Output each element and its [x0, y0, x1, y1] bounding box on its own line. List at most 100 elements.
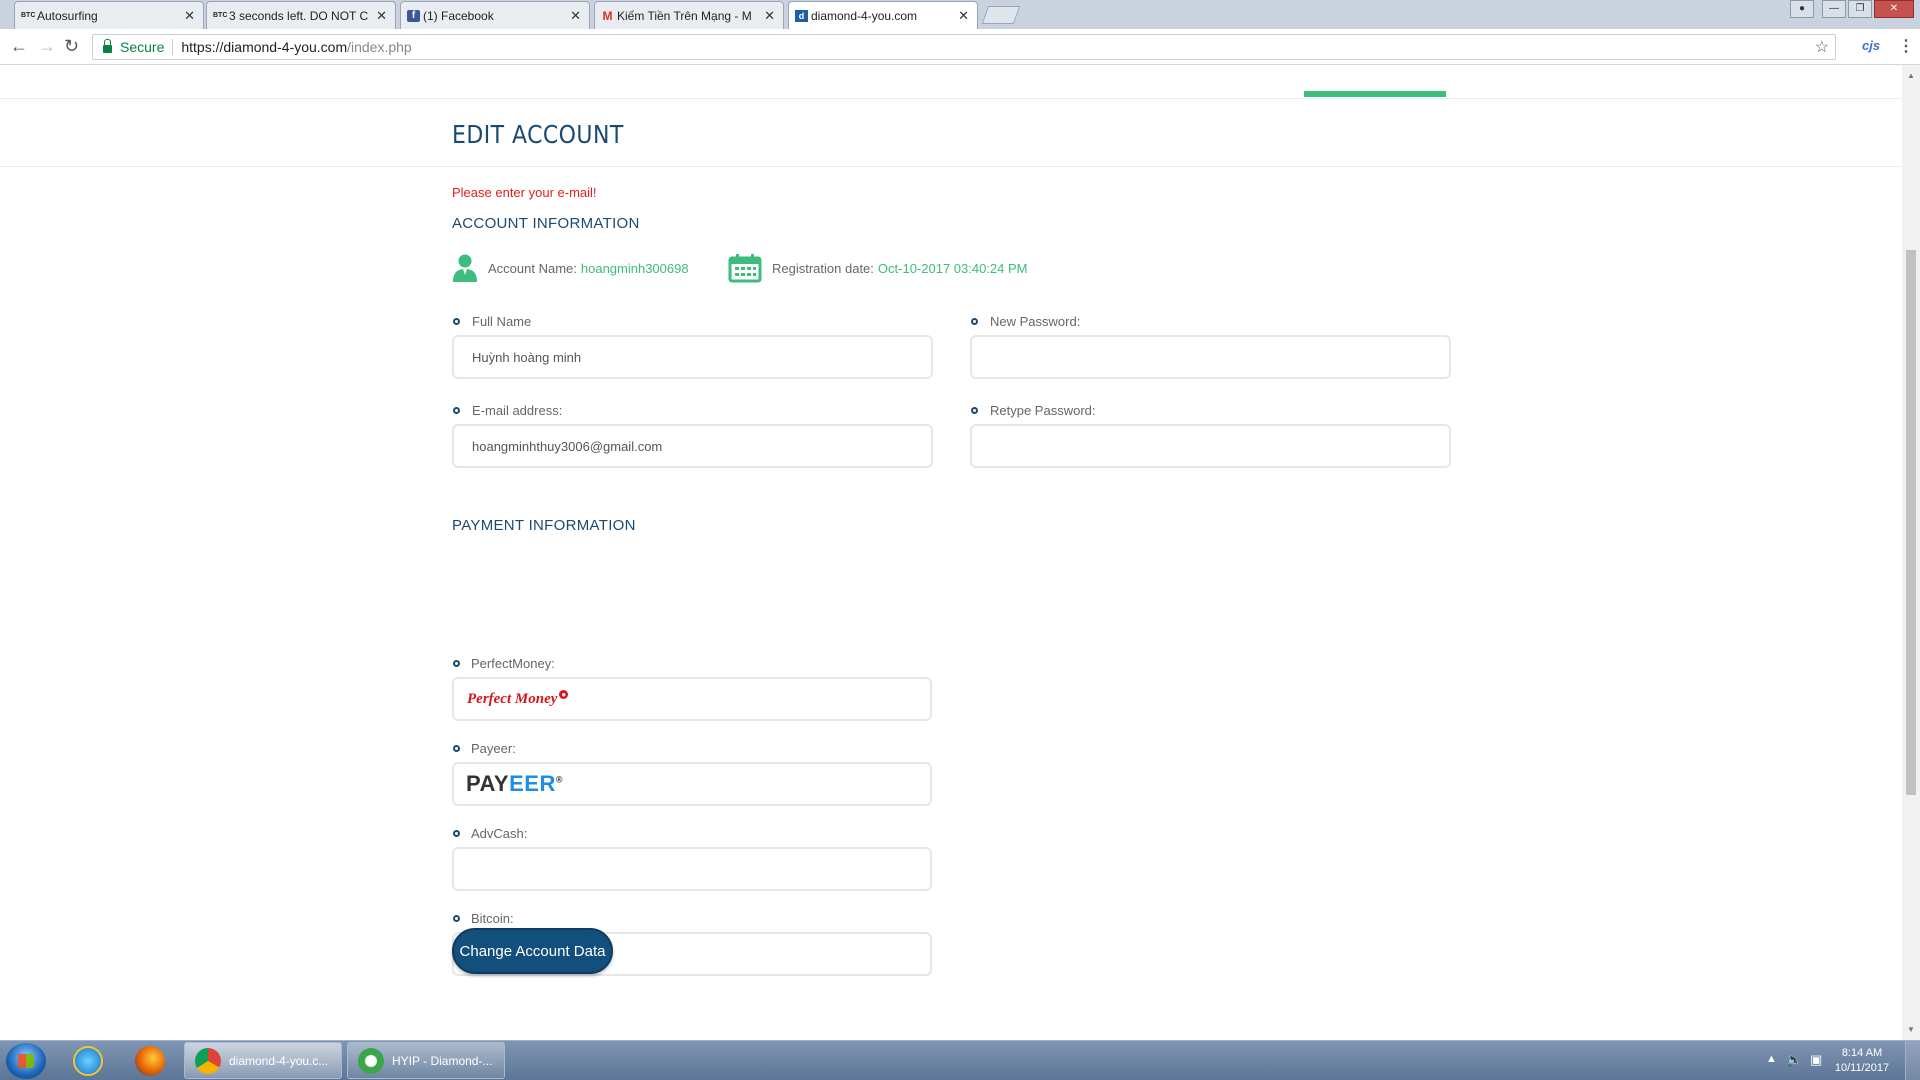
- account-name-label: Account Name:: [488, 260, 577, 276]
- url-path: /index.php: [347, 39, 412, 55]
- change-account-data-button[interactable]: Change Account Data: [452, 928, 613, 974]
- retype-password-label: Retype Password:: [990, 403, 1096, 418]
- nav-item-history[interactable]: ▔▔▔▔▔: [915, 65, 974, 75]
- payeer-label: Payeer:: [471, 741, 516, 756]
- secure-label: Secure: [120, 39, 165, 55]
- nav-item-referrals[interactable]: ▔▔▔▔▔▔▔: [1190, 65, 1272, 75]
- account-name-info: Account Name: hoangminh300698: [452, 253, 689, 283]
- forward-arrow-icon[interactable]: →: [38, 37, 56, 55]
- browser-tab-gmail[interactable]: M Kiếm Tiền Trên Mạng - M ✕: [594, 1, 784, 29]
- nav-item-withdraw[interactable]: ▔▔▔▔▔▔▔: [1048, 65, 1130, 75]
- email-input[interactable]: hoangminhthuy3006@gmail.com: [452, 424, 933, 468]
- page-title-bar: EDIT ACCOUNT: [0, 100, 1902, 167]
- tray-expand-icon[interactable]: ▲: [1766, 1053, 1777, 1080]
- profile-icon[interactable]: ●: [1790, 0, 1814, 18]
- perfectmoney-label: PerfectMoney:: [471, 656, 555, 671]
- app-icon: [358, 1048, 384, 1074]
- page-title: EDIT ACCOUNT: [452, 120, 624, 149]
- tab-title: Kiếm Tiền Trên Mạng - M: [617, 8, 752, 23]
- restore-icon[interactable]: ❐: [1848, 0, 1872, 18]
- bullet-icon: [453, 915, 460, 922]
- perfect-money-logo-text: Perfect Money: [467, 691, 558, 707]
- payment-info-heading: PAYMENT INFORMATION: [452, 517, 636, 534]
- advcash-input[interactable]: [452, 847, 932, 891]
- tab-close-icon[interactable]: ✕: [376, 8, 387, 24]
- tab-close-icon[interactable]: ✕: [570, 8, 581, 24]
- new-password-label: New Password:: [990, 314, 1081, 329]
- browser-tab-3-seconds[interactable]: BTC 3 seconds left. DO NOT C ✕: [206, 1, 396, 29]
- browser-toolbar: ← → ↻ Secure https://diamond-4-you.com/i…: [0, 29, 1920, 65]
- network-icon[interactable]: ▣: [1810, 1052, 1822, 1080]
- taskbar-app-label: HYIP - Diamond-...: [392, 1053, 493, 1068]
- volume-icon[interactable]: 🔈: [1786, 1052, 1802, 1080]
- active-nav-indicator: [1304, 91, 1446, 97]
- clock-time: 8:14 AM: [1841, 1047, 1883, 1059]
- minimize-icon[interactable]: —: [1822, 0, 1846, 18]
- perfectmoney-input[interactable]: Perfect Money ●: [452, 677, 932, 721]
- diamond-favicon-icon: d: [795, 10, 808, 22]
- full-name-label: Full Name: [472, 314, 532, 329]
- extension-button[interactable]: cjs: [1862, 38, 1880, 53]
- address-bar[interactable]: Secure https://diamond-4-you.com/index.p…: [92, 34, 1836, 60]
- nav-item-account[interactable]: ▔▔▔▔▔▔: [486, 65, 557, 75]
- nav-item-deposits[interactable]: ▔▔▔▔▔▔: [768, 65, 839, 75]
- payeer-input[interactable]: PAYEER®: [452, 762, 932, 806]
- retype-password-input[interactable]: [970, 424, 1451, 468]
- full-name-input[interactable]: Huỳnh hoàng minh: [452, 335, 933, 379]
- registration-value: Oct-10-2017 03:40:24 PM: [877, 260, 1028, 276]
- nav-item-make-deposit[interactable]: ▔▔▔▔▔▔▔▔▔: [608, 65, 714, 75]
- account-info-heading: ACCOUNT INFORMATION: [452, 215, 640, 232]
- facebook-favicon-icon: f: [407, 10, 420, 22]
- bullet-icon: [453, 318, 460, 325]
- browser-tabstrip: BTC Autosurfing ✕ BTC 3 seconds left. DO…: [0, 0, 1920, 29]
- tab-close-icon[interactable]: ✕: [958, 8, 969, 24]
- bullet-icon: [453, 407, 460, 414]
- error-message: Please enter your e-mail!: [452, 185, 597, 200]
- window-close-icon[interactable]: ✕: [1874, 0, 1914, 18]
- advcash-label: AdvCash:: [471, 826, 528, 841]
- browser-tab-autosurfing[interactable]: BTC Autosurfing ✕: [14, 1, 204, 29]
- registered-mark-icon: ®: [555, 774, 563, 785]
- tab-close-icon[interactable]: ✕: [764, 8, 775, 24]
- perfect-money-logo: Perfect Money ●: [467, 690, 569, 708]
- browser-menu-icon[interactable]: ⋮: [1898, 36, 1914, 56]
- divider: [172, 39, 174, 55]
- tab-title: diamond-4-you.com: [811, 8, 918, 23]
- registration-label: Registration date:: [772, 260, 874, 276]
- page-scrollbar[interactable]: ▲ ▼: [1902, 65, 1920, 1040]
- bullet-icon: [453, 830, 460, 837]
- perfect-money-mark-icon: ●: [559, 690, 569, 699]
- taskbar-app-hyip[interactable]: HYIP - Diamond-...: [347, 1042, 505, 1079]
- internet-explorer-icon[interactable]: [73, 1046, 103, 1076]
- new-password-input[interactable]: [970, 335, 1451, 379]
- windows-taskbar: diamond-4-you.c... HYIP - Diamond-... ▲ …: [0, 1040, 1920, 1080]
- bookmark-star-icon[interactable]: ☆: [1815, 37, 1829, 57]
- bullet-icon: [453, 745, 460, 752]
- browser-tab-facebook[interactable]: f (1) Facebook ✕: [400, 1, 590, 29]
- payeer-logo-pay: PAY: [466, 771, 510, 796]
- taskbar-app-label: diamond-4-you.c...: [229, 1053, 329, 1068]
- start-button-icon[interactable]: [6, 1043, 46, 1079]
- bullet-icon: [453, 660, 460, 667]
- system-clock[interactable]: 8:14 AM 10/11/2017: [1822, 1046, 1902, 1076]
- taskbar-app-chrome[interactable]: diamond-4-you.c...: [184, 1042, 342, 1079]
- scroll-up-arrow-icon[interactable]: ▲: [1907, 71, 1915, 80]
- back-arrow-icon[interactable]: ←: [10, 37, 28, 55]
- show-desktop-button[interactable]: [1905, 1041, 1920, 1080]
- page-viewport: ▔▔▔▔▔▔ ▔▔▔▔▔▔▔▔▔ ▔▔▔▔▔▔ ▔▔▔▔▔ ▔▔▔▔▔▔▔ ▔▔…: [0, 65, 1902, 1040]
- new-tab-button[interactable]: [981, 6, 1021, 24]
- account-name-value: hoangminh300698: [580, 260, 689, 276]
- scroll-down-arrow-icon[interactable]: ▼: [1907, 1025, 1915, 1034]
- url-host: https://diamond-4-you.com: [181, 39, 348, 55]
- tab-close-icon[interactable]: ✕: [184, 8, 195, 24]
- reload-icon[interactable]: ↻: [64, 37, 79, 55]
- calendar-icon: [728, 254, 762, 283]
- scrollbar-thumb[interactable]: [1906, 250, 1916, 795]
- btc-favicon-icon: BTC: [213, 12, 228, 19]
- payeer-logo: PAYEER®: [466, 771, 563, 797]
- firefox-icon[interactable]: [135, 1046, 165, 1076]
- tab-title: 3 seconds left. DO NOT C: [229, 8, 369, 23]
- nav-item-settings[interactable]: ▔▔▔▔▔▔: [1338, 65, 1409, 75]
- tab-title: (1) Facebook: [423, 8, 494, 23]
- browser-tab-diamond[interactable]: d diamond-4-you.com ✕: [788, 1, 978, 29]
